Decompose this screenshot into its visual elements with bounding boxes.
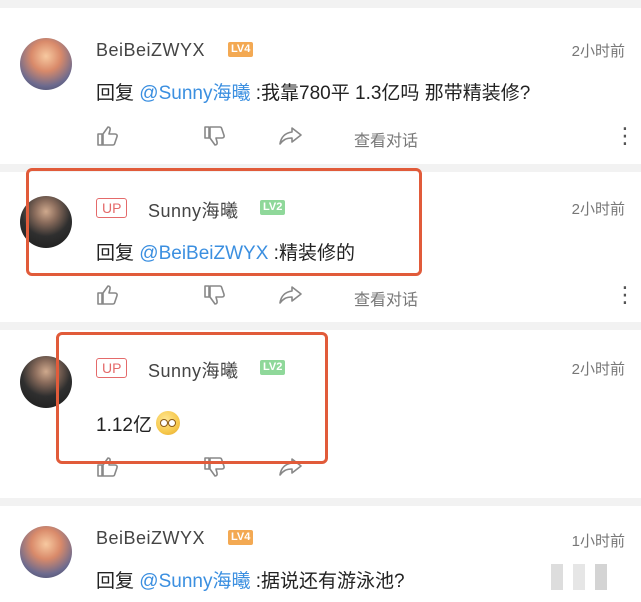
- thumbs-down-icon[interactable]: [203, 125, 227, 147]
- comment-item: BeiBeiZWYX LV4 2小时前 回复 @Sunny海曦 :我靠780平 …: [0, 8, 641, 164]
- avatar[interactable]: [20, 526, 72, 578]
- username[interactable]: BeiBeiZWYX: [96, 40, 205, 61]
- highlight-box: [56, 332, 328, 464]
- comment-body: :据说还有游泳池?: [250, 571, 405, 592]
- comment-text: 回复 @Sunny海曦 :据说还有游泳池?: [96, 566, 405, 593]
- timestamp: 2小时前: [571, 201, 625, 218]
- username[interactable]: BeiBeiZWYX: [96, 528, 205, 549]
- highlight-box: [26, 168, 422, 276]
- separator: [0, 0, 641, 8]
- reply-prefix: 回复: [96, 571, 135, 592]
- timestamp: 2小时前: [571, 361, 625, 378]
- mention-link[interactable]: @Sunny海曦: [139, 571, 250, 592]
- separator: [0, 322, 641, 330]
- timestamp: 2小时前: [571, 43, 625, 60]
- mention-link[interactable]: @Sunny海曦: [139, 83, 250, 104]
- reply-prefix: 回复: [96, 83, 135, 104]
- share-icon[interactable]: [278, 284, 304, 306]
- timestamp: 1小时前: [571, 533, 625, 550]
- share-icon[interactable]: [278, 125, 304, 147]
- thumbs-down-icon[interactable]: [203, 284, 227, 306]
- level-badge: LV4: [228, 530, 254, 545]
- view-conversation-link[interactable]: 查看对话: [354, 127, 418, 151]
- avatar[interactable]: [20, 38, 72, 90]
- level-badge: LV4: [228, 42, 254, 57]
- separator: [0, 498, 641, 506]
- thumbs-up-icon[interactable]: [96, 284, 120, 306]
- comment-text: 回复 @Sunny海曦 :我靠780平 1.3亿吗 那带精装修?: [96, 78, 530, 105]
- watermark: [551, 564, 621, 590]
- view-conversation-link[interactable]: 查看对话: [354, 286, 418, 310]
- comment-item: BeiBeiZWYX LV4 1小时前 回复 @Sunny海曦 :据说还有游泳池…: [0, 506, 641, 602]
- thumbs-up-icon[interactable]: [96, 125, 120, 147]
- more-vertical-icon[interactable]: ⋮: [614, 125, 636, 147]
- more-vertical-icon[interactable]: ⋮: [614, 284, 636, 306]
- comment-body: :我靠780平 1.3亿吗 那带精装修?: [250, 83, 531, 104]
